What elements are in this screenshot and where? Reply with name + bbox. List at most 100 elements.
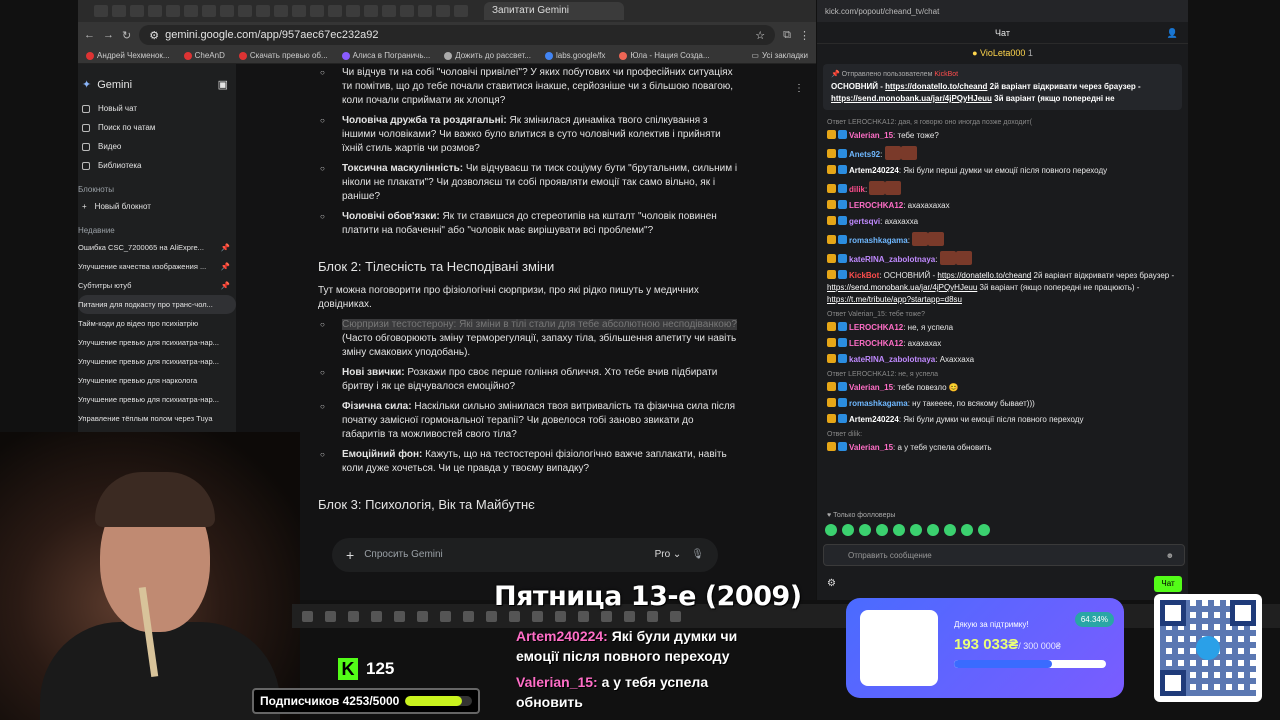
emote-icon[interactable] [859, 524, 871, 536]
reply-context[interactable]: Ответ LEROCHKA12: дая, я говорю оно иног… [827, 119, 1178, 126]
tab-favicon[interactable] [238, 5, 252, 17]
taskbar-app-icon[interactable] [394, 610, 405, 622]
tab-favicon[interactable] [202, 5, 216, 17]
tab-favicon[interactable] [346, 5, 360, 17]
chat-message[interactable]: romashkagama: ну такееее, по всякому быв… [827, 398, 1178, 410]
chat-link[interactable]: https://send.monobank.ua/jar/4jPQyHJeuu [827, 283, 977, 292]
taskbar-app-icon[interactable] [417, 610, 428, 622]
emote-icon[interactable] [842, 524, 854, 536]
tab-favicon[interactable] [274, 5, 288, 17]
tab-favicon[interactable] [184, 5, 198, 17]
send-chat-button[interactable]: Чат [1154, 576, 1182, 592]
tab-favicon[interactable] [130, 5, 144, 17]
reply-context[interactable]: Ответ Valerian_15: тебе тоже? [827, 311, 1178, 318]
tab-favicon[interactable] [310, 5, 324, 17]
extensions-icon[interactable]: ⧉ [783, 29, 791, 42]
tab-favicon[interactable] [292, 5, 306, 17]
tab-favicon[interactable] [166, 5, 180, 17]
address-bar[interactable]: ⚙ gemini.google.com/app/957aec67ec232a92… [139, 25, 776, 45]
chat-emote-icon[interactable] [912, 232, 929, 246]
recent-chat-item[interactable]: Улучшение превью для психиатра-нар... [78, 333, 236, 352]
chat-username[interactable]: LEROCHKA12 [849, 339, 903, 348]
chat-emote-icon[interactable] [928, 232, 945, 246]
recent-chat-item[interactable]: Управление тёплым полом через Tuya [78, 409, 236, 428]
chat-message[interactable]: gertsqvi: ахахахха [827, 216, 1178, 228]
tab-favicon[interactable] [454, 5, 468, 17]
chat-message[interactable]: dilik: [827, 181, 1178, 196]
tab-favicon[interactable] [328, 5, 342, 17]
emote-icon[interactable] [893, 524, 905, 536]
tab-favicon[interactable] [112, 5, 126, 17]
chat-message[interactable]: romashkagama: [827, 232, 1178, 247]
bookmark-item[interactable]: labs.google/fx [544, 51, 605, 60]
recent-chat-item[interactable]: Улучшение качества изображения ... 📌 [78, 257, 236, 276]
chat-username[interactable]: Valerian_15 [849, 383, 893, 392]
taskbar-app-icon[interactable] [348, 610, 359, 622]
pin-icon[interactable]: 📌 [221, 243, 230, 252]
chat-message[interactable]: LEROCHKA12: не, я успела [827, 322, 1178, 334]
forward-icon[interactable]: → [103, 29, 114, 41]
tab-favicon[interactable] [436, 5, 450, 17]
bookmark-item[interactable]: Скачать превью об... [238, 51, 328, 60]
back-icon[interactable]: ← [84, 29, 95, 41]
chat-username[interactable]: gertsqvi [849, 217, 880, 226]
chat-username[interactable]: kateRINA_zabolotnaya [849, 355, 935, 364]
url-text[interactable]: gemini.google.com/app/957aec67ec232a92 [165, 29, 378, 41]
recent-chat-item[interactable]: Ошибка CSC_7200065 на AliExpre... 📌 [78, 238, 236, 257]
chat-username[interactable]: dilik [849, 185, 865, 194]
emote-icon[interactable] [978, 524, 990, 536]
gemini-brand[interactable]: ✦ Gemini ▣ [78, 64, 236, 99]
menu-icon[interactable]: ⋮ [799, 29, 810, 42]
prompt-placeholder[interactable]: Спросить Gemini [364, 548, 443, 562]
chat-message[interactable]: kateRINA_zabolotnaya: Ахаххаха [827, 354, 1178, 366]
taskbar-app-icon[interactable] [532, 610, 543, 622]
chat-message[interactable]: Valerian_15: а у тебя успела обновить [827, 442, 1178, 454]
emoji-icon[interactable]: ☻ [1166, 551, 1174, 560]
chat-message-input[interactable]: Отправить сообщение ☻ [823, 544, 1185, 566]
chat-url-bar[interactable]: kick.com/popout/cheand_tv/chat [817, 0, 1188, 22]
chat-username[interactable]: KickBot [849, 271, 879, 280]
pin-icon[interactable]: 📌 [221, 281, 230, 290]
reply-context[interactable]: Ответ dilik: [827, 431, 1178, 438]
site-info-icon[interactable]: ⚙ [149, 29, 159, 42]
sidebar-item-video[interactable]: Видео [78, 137, 236, 156]
recent-chat-item[interactable]: Субтитры ютуб 📌 [78, 276, 236, 295]
plus-icon[interactable]: + [346, 548, 354, 562]
taskbar-app-icon[interactable] [647, 610, 658, 622]
users-icon[interactable]: 👤 [1167, 28, 1178, 39]
reload-icon[interactable]: ↻ [122, 29, 131, 42]
taskbar-app-icon[interactable] [509, 610, 520, 622]
chat-username[interactable]: Valerian_15 [849, 131, 893, 140]
bookmark-item[interactable]: CheAnD [183, 51, 225, 60]
taskbar-app-icon[interactable] [624, 610, 635, 622]
pinned-link[interactable]: https://send.monobank.ua/jar/4jPQyHJeuu [831, 94, 992, 103]
taskbar-app-icon[interactable] [325, 610, 336, 622]
bookmark-item[interactable]: Андрей Чехменок... [86, 51, 170, 60]
taskbar-app-icon[interactable] [440, 610, 451, 622]
tab-favicon[interactable] [94, 5, 108, 17]
new-notebook-button[interactable]: + Новый блокнот [78, 197, 236, 216]
chat-link[interactable]: https://donatello.to/cheand [937, 271, 1031, 280]
recent-chat-item[interactable]: Улучшение превью для психиатра-нар... [78, 390, 236, 409]
recent-chat-item[interactable]: Тайм-коди до відео про психіатрію [78, 314, 236, 333]
chat-message[interactable]: Valerian_15: тебе тоже? [827, 130, 1178, 142]
emote-icon[interactable] [825, 524, 837, 536]
bookmark-item[interactable]: Дожить до рассвет... [444, 51, 531, 60]
chat-emote-icon[interactable] [885, 181, 902, 195]
chat-message[interactable]: KickBot: ОСНОВНИЙ - https://donatello.to… [827, 270, 1178, 306]
taskbar-app-icon[interactable] [371, 610, 382, 622]
chat-message[interactable]: Valerian_15: тебе повезло 😊 [827, 382, 1178, 394]
bookmark-item[interactable]: Алиса в Пограничь... [341, 51, 430, 60]
chat-message[interactable]: Artem240224: Які були перші думки чи емо… [827, 165, 1178, 177]
tab-favicon[interactable] [400, 5, 414, 17]
chat-emote-icon[interactable] [939, 251, 956, 265]
chat-message[interactable]: kateRINA_zabolotnaya: [827, 251, 1178, 266]
chat-username[interactable]: romashkagama [849, 236, 908, 245]
chat-emote-icon[interactable] [955, 251, 972, 265]
tab-favicon[interactable] [148, 5, 162, 17]
chat-message[interactable]: Artem240224: Які були думки чи емоції пі… [827, 414, 1178, 426]
chat-username[interactable]: Valerian_15 [849, 443, 893, 452]
emote-icon[interactable] [876, 524, 888, 536]
pin-icon[interactable]: 📌 [221, 262, 230, 271]
sidebar-item-library[interactable]: Библиотека [78, 156, 236, 175]
